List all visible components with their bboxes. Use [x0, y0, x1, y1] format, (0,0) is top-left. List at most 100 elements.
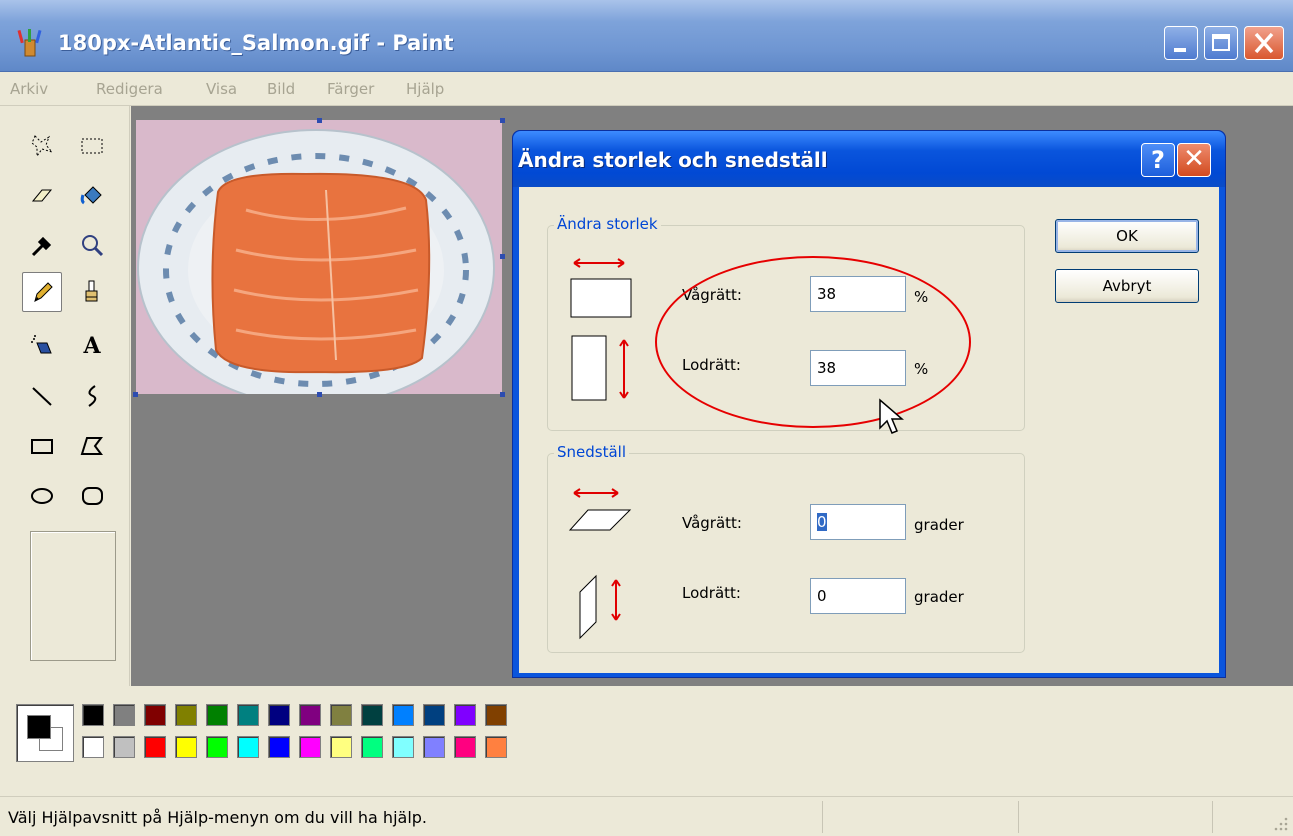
eraser-icon [31, 189, 53, 202]
palette-swatch[interactable] [392, 736, 414, 758]
palette-swatch[interactable] [361, 704, 383, 726]
status-divider [1018, 801, 1019, 833]
skew-vertical-unit: grader [914, 588, 964, 606]
palette-swatch[interactable] [423, 736, 445, 758]
tool-eraser[interactable] [24, 178, 60, 214]
tool-magnifier[interactable] [74, 228, 110, 264]
window-title: 180px-Atlantic_Salmon.gif - Paint [58, 31, 454, 55]
resize-handle-top-middle[interactable] [317, 118, 322, 123]
resize-handle-bottom-middle[interactable] [317, 392, 322, 397]
menu-hjalp[interactable]: Hjälp [406, 80, 444, 98]
menu-visa[interactable]: Visa [206, 80, 237, 98]
tool-airbrush[interactable] [24, 328, 60, 364]
palette-swatch[interactable] [175, 736, 197, 758]
palette-swatch[interactable] [454, 704, 476, 726]
tool-brush[interactable] [74, 274, 110, 310]
palette-swatch[interactable] [175, 704, 197, 726]
resize-group-label: Ändra storlek [554, 215, 661, 233]
brush-icon [85, 280, 98, 302]
palette-swatch[interactable] [206, 704, 228, 726]
rectangle-select-icon [81, 138, 103, 154]
palette-swatch[interactable] [268, 704, 290, 726]
ok-button[interactable]: OK [1055, 219, 1199, 253]
dialog-close-button[interactable]: ✕ [1177, 143, 1211, 177]
ellipse-icon [31, 488, 53, 504]
palette-swatch[interactable] [113, 736, 135, 758]
palette-swatch[interactable] [82, 704, 104, 726]
palette-swatch[interactable] [454, 736, 476, 758]
skew-horizontal-label: Vågrätt: [682, 514, 742, 532]
line-icon [32, 387, 52, 406]
skew-vertical-label: Lodrätt: [682, 584, 741, 602]
palette-swatch[interactable] [144, 704, 166, 726]
foreground-color-swatch [27, 715, 51, 739]
palette-swatch[interactable] [206, 736, 228, 758]
minimize-icon [1174, 48, 1186, 52]
menu-redigera[interactable]: Redigera [96, 80, 163, 98]
salmon-image[interactable] [136, 120, 502, 394]
tool-fill[interactable] [74, 178, 110, 214]
dialog-help-button[interactable]: ? [1141, 143, 1175, 177]
menu-bild[interactable]: Bild [267, 80, 295, 98]
size-grip-icon[interactable] [1272, 815, 1290, 833]
tool-rectangle-select[interactable] [74, 128, 110, 164]
tool-pencil[interactable] [22, 272, 62, 312]
dialog-title-bar: Ändra storlek och snedställ ? ✕ [513, 131, 1225, 187]
polygon-icon [80, 437, 103, 455]
salmon-picture [136, 120, 502, 394]
tool-line[interactable] [24, 378, 60, 414]
resize-vertical-icon [571, 335, 629, 401]
resize-handle-top-right[interactable] [500, 118, 505, 123]
tool-curve[interactable] [74, 378, 110, 414]
palette-swatch[interactable] [330, 736, 352, 758]
palette-swatch[interactable] [144, 736, 166, 758]
skew-group-label: Snedställ [554, 443, 630, 461]
palette-swatch[interactable] [113, 704, 135, 726]
palette-swatch[interactable] [268, 736, 290, 758]
palette-swatch[interactable] [299, 736, 321, 758]
skew-horizontal-icon [568, 488, 632, 531]
tool-color-picker[interactable] [24, 228, 60, 264]
palette-swatch[interactable] [237, 704, 259, 726]
close-button[interactable] [1244, 26, 1284, 60]
tool-options-panel[interactable] [30, 531, 116, 661]
pencil-icon [34, 282, 53, 302]
resize-handle-bottom-right[interactable] [500, 392, 505, 397]
palette-swatch[interactable] [361, 736, 383, 758]
palette-swatch[interactable] [485, 736, 507, 758]
menu-farger[interactable]: Färger [327, 80, 374, 98]
skew-horizontal-value: 0 [817, 513, 827, 531]
current-colors[interactable] [16, 704, 74, 762]
tool-ellipse[interactable] [24, 478, 60, 514]
status-divider [822, 801, 823, 833]
palette-swatch[interactable] [82, 736, 104, 758]
rounded-rectangle-icon [82, 487, 103, 505]
tool-free-form-select[interactable] [24, 128, 60, 164]
tool-rectangle[interactable] [24, 428, 60, 464]
tool-polygon[interactable] [74, 428, 110, 464]
palette-swatch[interactable] [299, 704, 321, 726]
resize-handle-bottom-left[interactable] [133, 392, 138, 397]
tool-rounded-rectangle[interactable] [74, 478, 110, 514]
palette-swatch[interactable] [237, 736, 259, 758]
cancel-button[interactable]: Avbryt [1055, 269, 1199, 303]
status-bar: Välj Hjälpavsnitt på Hjälp-menyn om du v… [0, 796, 1293, 836]
palette-swatch[interactable] [392, 704, 414, 726]
maximize-button[interactable] [1204, 26, 1238, 60]
maximize-icon [1212, 34, 1230, 51]
color-picker-icon [31, 236, 52, 257]
skew-vertical-input[interactable]: 0 [810, 578, 906, 614]
resize-horizontal-icon [570, 258, 632, 318]
skew-group: Snedställ Vågrätt: 0 grader Lodrätt: 0 g… [547, 443, 1025, 653]
palette-swatch[interactable] [330, 704, 352, 726]
dialog-title: Ändra storlek och snedställ [518, 148, 828, 172]
tool-text[interactable]: A [74, 328, 110, 364]
skew-horizontal-input[interactable]: 0 [810, 504, 906, 540]
menu-bar: Arkiv Redigera Visa Bild Färger Hjälp [0, 72, 1293, 106]
minimize-button[interactable] [1164, 26, 1198, 60]
menu-arkiv[interactable]: Arkiv [10, 80, 48, 98]
palette-swatch[interactable] [485, 704, 507, 726]
palette-swatch[interactable] [423, 704, 445, 726]
resize-handle-right-middle[interactable] [500, 254, 505, 259]
toolbox: A [0, 106, 130, 686]
